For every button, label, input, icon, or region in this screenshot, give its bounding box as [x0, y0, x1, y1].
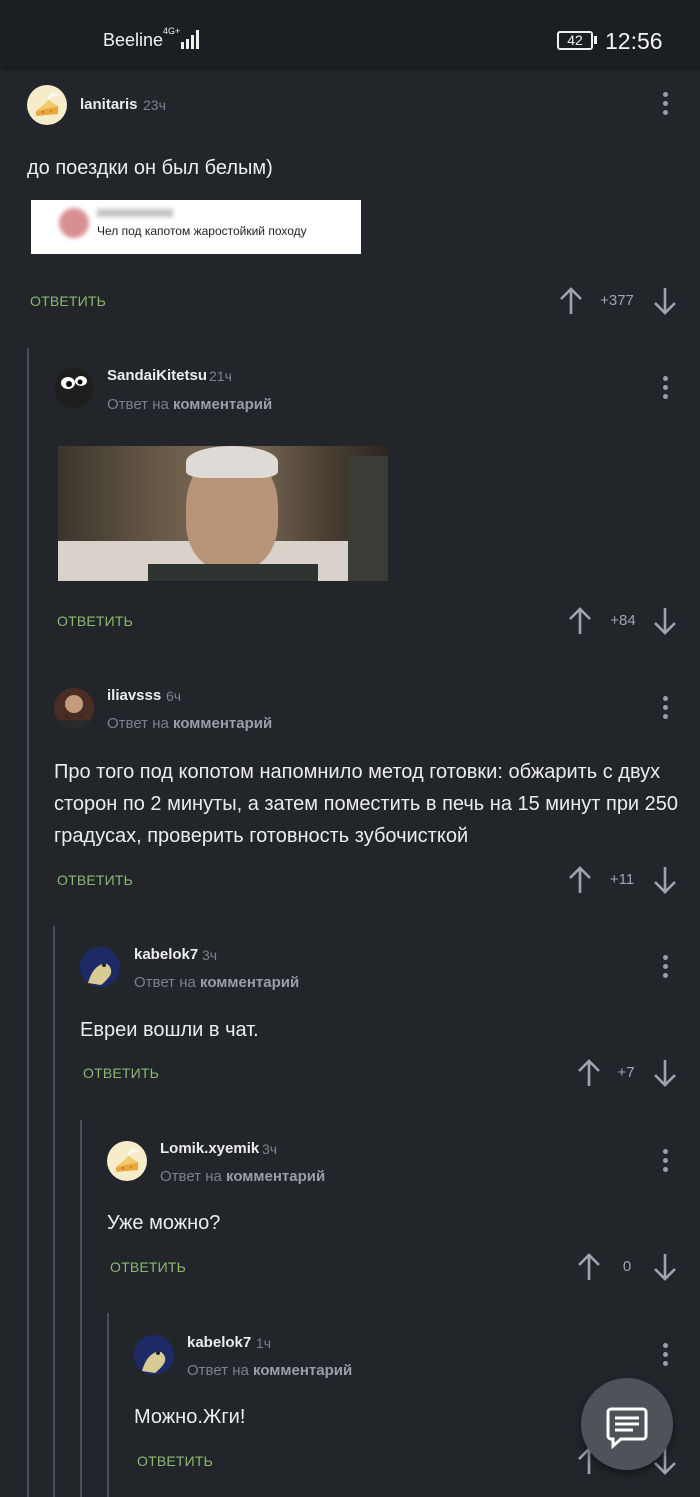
avatar[interactable]: [27, 85, 67, 125]
battery-tip: [594, 36, 597, 44]
comment-username[interactable]: lanitaris: [80, 96, 138, 113]
more-vertical-icon[interactable]: [659, 1149, 671, 1175]
reply-button[interactable]: ОТВЕТИТЬ: [30, 293, 106, 309]
arrow-up-icon[interactable]: [576, 1252, 602, 1282]
comment-text: до поездки он был белым): [27, 157, 273, 179]
battery-level: 42: [567, 32, 583, 48]
comment-text: Евреи вошли в чат.: [80, 1019, 259, 1041]
reply-to-label: Ответ на комментарий: [134, 974, 300, 991]
embed-text: Чел под капотом жаростойкий походу: [97, 224, 307, 238]
goat-avatar-icon: [134, 1335, 174, 1375]
reply-to-label: Ответ на комментарий: [187, 1362, 353, 1379]
more-vertical-icon[interactable]: [659, 696, 671, 722]
comment-username[interactable]: kabelok7: [187, 1334, 251, 1351]
comment-time: 1ч: [256, 1335, 272, 1351]
eyes-avatar-icon: [54, 368, 94, 408]
network-type: 4G+: [163, 26, 181, 36]
thread-line: [107, 1313, 109, 1497]
avatar[interactable]: [107, 1141, 147, 1181]
comment-time: 3ч: [202, 947, 218, 963]
blurred-name: [97, 209, 173, 217]
embedded-screenshot[interactable]: Чел под капотом жаростойкий походу: [31, 200, 361, 254]
reply-to-link[interactable]: комментарий: [226, 1168, 325, 1185]
comment-username[interactable]: SandaiKitetsu: [107, 367, 207, 384]
reply-to-label: Ответ на комментарий: [107, 715, 273, 732]
comment-text: Про того под копотом напомнило метод гот…: [54, 761, 679, 847]
reply-to-label: Ответ на комментарий: [107, 396, 273, 413]
reply-button[interactable]: ОТВЕТИТЬ: [57, 872, 133, 888]
signal-icon: [181, 30, 199, 49]
comment-time: 23ч: [143, 97, 166, 113]
more-vertical-icon[interactable]: [659, 376, 671, 402]
arrow-up-icon[interactable]: [576, 1058, 602, 1088]
arrow-up-icon[interactable]: [567, 865, 593, 895]
thread-line: [53, 926, 55, 1497]
avatar[interactable]: [80, 947, 120, 987]
comment-time: 3ч: [262, 1141, 278, 1157]
reply-to-label: Ответ на комментарий: [160, 1168, 326, 1185]
arrow-down-icon[interactable]: [652, 865, 678, 895]
arrow-down-icon[interactable]: [652, 286, 678, 316]
more-vertical-icon[interactable]: [659, 955, 671, 981]
comment-username[interactable]: Lomik.xyemik: [160, 1140, 259, 1157]
clock: 12:56: [605, 28, 663, 54]
reply-to-link[interactable]: комментарий: [173, 715, 272, 732]
comment-username[interactable]: kabelok7: [134, 946, 198, 963]
goat-avatar-icon: [80, 947, 120, 987]
reply-button[interactable]: ОТВЕТИТЬ: [57, 613, 133, 629]
arrow-up-icon[interactable]: [567, 606, 593, 636]
image-figure: [348, 456, 388, 581]
avatar[interactable]: [54, 688, 94, 728]
arrow-down-icon[interactable]: [652, 1252, 678, 1282]
reply-button[interactable]: ОТВЕТИТЬ: [110, 1259, 186, 1275]
comment-score: +84: [610, 612, 636, 629]
cheese-avatar-icon: [36, 93, 59, 116]
blurred-avatar: [59, 208, 89, 238]
arrow-up-icon[interactable]: [558, 286, 584, 316]
write-comment-button[interactable]: [581, 1378, 673, 1470]
image-hair: [186, 446, 278, 478]
battery-icon: 42: [557, 31, 593, 50]
avatar[interactable]: [134, 1335, 174, 1375]
cheese-avatar-icon: [116, 1149, 139, 1172]
portrait-avatar-icon: [54, 688, 94, 728]
comment-time: 6ч: [166, 688, 182, 704]
more-vertical-icon[interactable]: [659, 92, 671, 118]
image-shirt: [148, 564, 318, 581]
avatar[interactable]: [54, 368, 94, 408]
comment-icon: [606, 1407, 648, 1450]
reply-button[interactable]: ОТВЕТИТЬ: [137, 1453, 213, 1469]
more-vertical-icon[interactable]: [659, 1343, 671, 1369]
comment-score: +377: [600, 292, 634, 309]
reply-to-link[interactable]: комментарий: [253, 1362, 352, 1379]
thread-line: [27, 348, 29, 1497]
comment-score: +11: [609, 871, 635, 888]
reply-to-link[interactable]: комментарий: [200, 974, 299, 991]
comment-text: Уже можно?: [107, 1212, 221, 1234]
reply-to-link[interactable]: комментарий: [173, 396, 272, 413]
comment-score: 0: [622, 1258, 632, 1275]
status-bar: Beeline 4G+ 42 12:56: [0, 0, 700, 66]
arrow-down-icon[interactable]: [652, 606, 678, 636]
arrow-down-icon[interactable]: [652, 1058, 678, 1088]
gif-image[interactable]: [58, 446, 388, 581]
comment-username[interactable]: iliavsss: [107, 687, 161, 704]
carrier-name: Beeline: [103, 30, 164, 50]
comment-text: Можно.Жги!: [134, 1406, 246, 1428]
thread-line: [80, 1120, 82, 1497]
comment-score: +7: [617, 1064, 635, 1081]
comment-time: 21ч: [209, 368, 232, 384]
reply-button[interactable]: ОТВЕТИТЬ: [83, 1065, 159, 1081]
